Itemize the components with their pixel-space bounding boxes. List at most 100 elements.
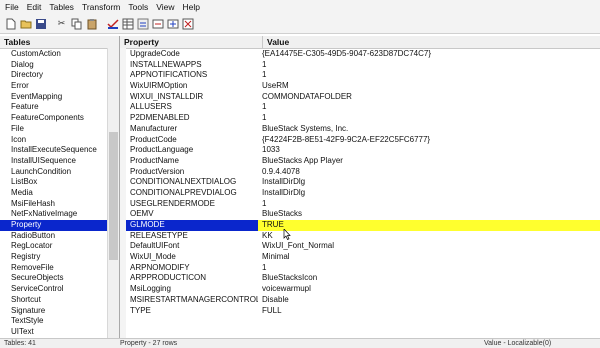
table-list-item[interactable]: SecureObjects [0, 273, 119, 284]
import-icon[interactable] [151, 17, 164, 30]
table-row[interactable]: GLMODE TRUE [120, 220, 600, 231]
table-list-item[interactable]: Feature [0, 102, 119, 113]
value-cell[interactable] [258, 316, 600, 327]
property-cell[interactable]: APPNOTIFICATIONS [120, 70, 258, 81]
property-cell[interactable]: CONDITIONALPREVDIALOG [120, 188, 258, 199]
tables-scrollbar[interactable] [107, 48, 119, 338]
table-list-item[interactable]: Directory [0, 70, 119, 81]
table-list-item[interactable]: ServiceControl [0, 284, 119, 295]
table-row[interactable]: WixUI_Mode Minimal [120, 252, 600, 263]
property-cell[interactable]: INSTALLNEWAPPS [120, 60, 258, 71]
property-cell[interactable]: ALLUSERS [120, 102, 258, 113]
value-cell[interactable]: BlueStacksIcon [258, 273, 600, 284]
menu-edit[interactable]: Edit [23, 0, 46, 14]
table-list-item[interactable]: Media [0, 188, 119, 199]
export-icon[interactable] [166, 17, 179, 30]
table-list-item[interactable]: RemoveFile [0, 263, 119, 274]
table-row[interactable]: ProductVersion 0.9.4.4078 [120, 167, 600, 178]
menu-tools[interactable]: Tools [124, 0, 152, 14]
new-icon[interactable] [4, 17, 17, 30]
menu-file[interactable]: File [0, 0, 23, 14]
properties-icon[interactable] [181, 17, 194, 30]
table-list-item[interactable]: MsiFileHash [0, 199, 119, 210]
menu-tables[interactable]: Tables [45, 0, 78, 14]
value-cell[interactable]: Disable [258, 295, 600, 306]
table-icon[interactable] [121, 17, 134, 30]
table-row[interactable]: DefaultUIFont WixUI_Font_Normal [120, 241, 600, 252]
save-icon[interactable] [34, 17, 47, 30]
property-cell[interactable]: CONDITIONALNEXTDIALOG [120, 177, 258, 188]
value-cell[interactable]: BlueStacks App Player [258, 156, 600, 167]
value-cell[interactable]: InstallDirDlg [258, 188, 600, 199]
value-cell[interactable]: 1 [258, 113, 600, 124]
value-cell[interactable]: Minimal [258, 252, 600, 263]
value-cell[interactable]: KK [258, 231, 600, 242]
table-list-item[interactable]: File [0, 124, 119, 135]
property-cell[interactable]: ProductCode [120, 135, 258, 146]
table-list-item[interactable]: RadioButton [0, 231, 119, 242]
table-list-item[interactable]: TextStyle [0, 316, 119, 327]
value-cell[interactable]: 1 [258, 70, 600, 81]
table-list-item[interactable]: EventMapping [0, 92, 119, 103]
table-list-item[interactable]: Registry [0, 252, 119, 263]
table-list-item[interactable]: Shortcut [0, 295, 119, 306]
table-row[interactable]: UpgradeCode {EA14475E-C305-49D5-9047-623D… [120, 49, 600, 60]
find-icon[interactable] [136, 17, 149, 30]
menu-transform[interactable]: Transform [78, 0, 124, 14]
table-row[interactable]: CONDITIONALPREVDIALOG InstallDirDlg [120, 188, 600, 199]
scrollbar-thumb[interactable] [109, 132, 118, 260]
validate-icon[interactable] [106, 17, 119, 30]
value-cell[interactable]: 1 [258, 60, 600, 71]
table-row[interactable]: ProductCode {F4224F2B-8E51-42F9-9C2A-EF22… [120, 135, 600, 146]
property-cell[interactable]: USEGLRENDERMODE [120, 199, 258, 210]
value-cell[interactable]: voicewarmupl [258, 284, 600, 295]
table-row[interactable]: APPNOTIFICATIONS 1 [120, 70, 600, 81]
value-cell[interactable]: {F4224F2B-8E51-42F9-9C2A-EF22C5FC6777} [258, 135, 600, 146]
table-row[interactable]: P2DMENABLED 1 [120, 113, 600, 124]
table-row[interactable]: OEMV BlueStacks [120, 209, 600, 220]
table-list-item[interactable]: UIText [0, 327, 119, 338]
table-list-item[interactable]: Signature [0, 306, 119, 317]
table-row[interactable]: ARPPRODUCTICON BlueStacksIcon [120, 273, 600, 284]
menu-help[interactable]: Help [178, 0, 203, 14]
table-list-item[interactable]: LaunchCondition [0, 167, 119, 178]
value-cell[interactable]: 1 [258, 102, 600, 113]
property-cell[interactable]: ARPPRODUCTICON [120, 273, 258, 284]
table-list-item[interactable]: FeatureComponents [0, 113, 119, 124]
property-cell[interactable]: ARPNOMODIFY [120, 263, 258, 274]
table-list-item[interactable]: InstallUISequence [0, 156, 119, 167]
table-row[interactable]: ProductLanguage 1033 [120, 145, 600, 156]
property-cell[interactable]: ProductLanguage [120, 145, 258, 156]
table-row[interactable]: RELEASETYPE KK [120, 231, 600, 242]
value-cell[interactable]: BlueStacks [258, 209, 600, 220]
menu-view[interactable]: View [152, 0, 178, 14]
table-row[interactable]: Manufacturer BlueStack Systems, Inc. [120, 124, 600, 135]
property-cell[interactable]: OEMV [120, 209, 258, 220]
table-row[interactable]: CONDITIONALNEXTDIALOG InstallDirDlg [120, 177, 600, 188]
table-row[interactable]: MSIRESTARTMANAGERCONTROL Disable [120, 295, 600, 306]
value-cell[interactable]: InstallDirDlg [258, 177, 600, 188]
table-row[interactable]: MsiLogging voicewarmupl [120, 284, 600, 295]
value-cell[interactable]: UseRM [258, 81, 600, 92]
property-cell[interactable]: ProductVersion [120, 167, 258, 178]
property-cell[interactable]: UpgradeCode [120, 49, 258, 60]
property-cell[interactable]: WixUIRMOption [120, 81, 258, 92]
value-cell[interactable]: TRUE [258, 220, 600, 231]
table-row[interactable]: USEGLRENDERMODE 1 [120, 199, 600, 210]
property-cell[interactable]: P2DMENABLED [120, 113, 258, 124]
property-cell[interactable]: WIXUI_INSTALLDIR [120, 92, 258, 103]
property-cell[interactable]: Manufacturer [120, 124, 258, 135]
value-cell[interactable]: WixUI_Font_Normal [258, 241, 600, 252]
property-cell[interactable]: RELEASETYPE [120, 231, 258, 242]
paste-icon[interactable] [85, 17, 98, 30]
table-row[interactable]: INSTALLNEWAPPS 1 [120, 60, 600, 71]
column-header-property[interactable]: Property [120, 36, 263, 48]
value-cell[interactable]: 1033 [258, 145, 600, 156]
copy-icon[interactable] [70, 17, 83, 30]
table-list-item[interactable]: RegLocator [0, 241, 119, 252]
value-cell[interactable]: {EA14475E-C305-49D5-9047-623D87DC74C7} [258, 49, 600, 60]
property-cell[interactable]: MsiLogging [120, 284, 258, 295]
open-icon[interactable] [19, 17, 32, 30]
table-list-item[interactable]: Error [0, 81, 119, 92]
table-row[interactable]: TYPE FULL [120, 306, 600, 317]
